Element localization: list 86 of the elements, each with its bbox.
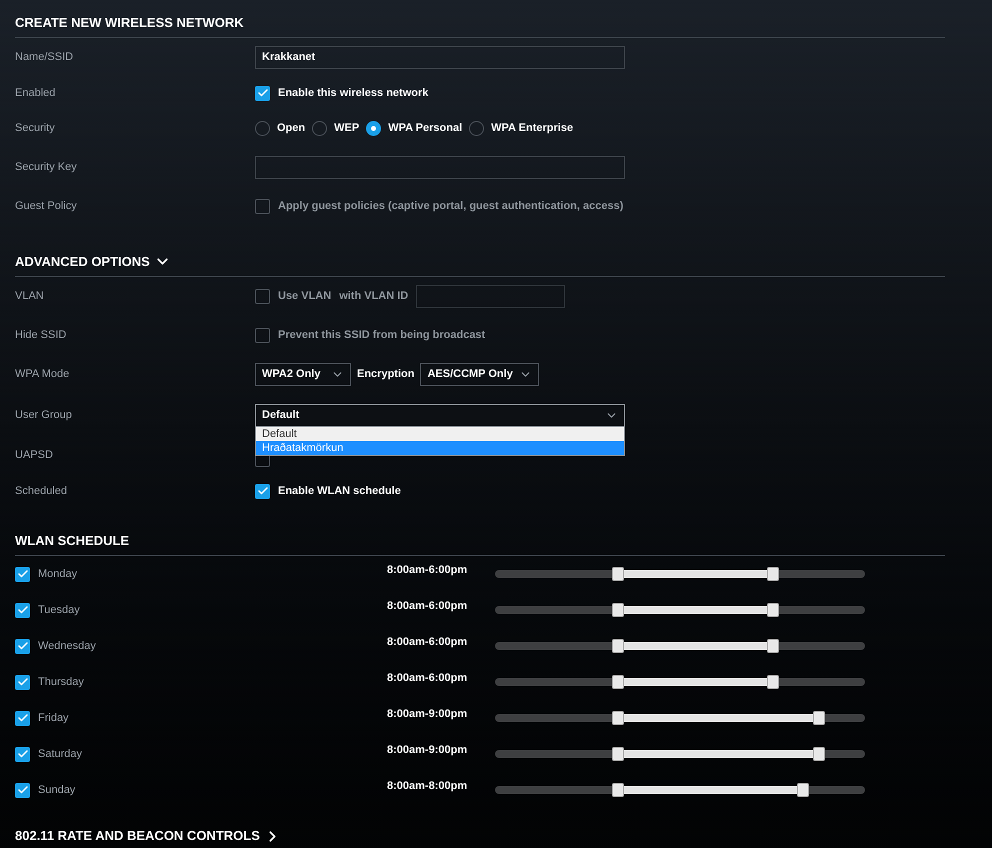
vlan-id-field[interactable]	[416, 285, 566, 308]
radio-button[interactable]	[469, 121, 484, 136]
slider-handle[interactable]	[612, 783, 624, 797]
text-field[interactable]	[255, 156, 625, 178]
time-range: 8:00am-9:00pm	[387, 743, 468, 758]
dropdown-option[interactable]: Default	[256, 426, 624, 440]
slider-handle[interactable]	[612, 747, 624, 761]
radio-button[interactable]	[255, 121, 270, 136]
checkbox[interactable]	[15, 746, 30, 762]
checkbox[interactable]	[15, 674, 30, 690]
slider-handle[interactable]	[766, 639, 778, 653]
text-field[interactable]: Krakkanet	[255, 46, 625, 68]
checkbox[interactable]	[255, 198, 270, 214]
time-range: 8:00am-6:00pm	[387, 635, 468, 650]
checkbox[interactable]	[255, 484, 270, 498]
field-label: Security Key	[15, 160, 78, 175]
check-icon	[16, 568, 28, 580]
section-title: ADVANCED OPTIONS	[15, 252, 150, 271]
checkbox[interactable]	[255, 86, 270, 100]
slider-handle[interactable]	[766, 567, 778, 581]
checkbox-label: Enable WLAN schedule	[278, 484, 401, 499]
radio-label: WPA Personal	[388, 121, 462, 136]
slider-handle[interactable]	[766, 675, 778, 689]
time-range: 8:00am-6:00pm	[387, 599, 468, 614]
field-label: UAPSD	[15, 448, 54, 463]
day-label: Saturday	[38, 746, 82, 762]
field-label: WPA Mode	[15, 367, 70, 382]
radio-button[interactable]	[312, 121, 328, 136]
checkbox[interactable]	[15, 782, 30, 798]
radio-label: Open	[277, 121, 306, 136]
slider-handle[interactable]	[812, 747, 825, 761]
field-label: Enabled	[15, 86, 56, 101]
field-label: Security	[15, 121, 56, 136]
slider-handle[interactable]	[612, 639, 624, 653]
check-icon	[16, 784, 28, 796]
check-icon	[16, 748, 28, 760]
radio-label: WEP	[334, 121, 360, 136]
check-icon	[16, 712, 28, 724]
check-icon	[16, 640, 28, 652]
time-range: 8:00am-6:00pm	[387, 671, 468, 686]
select-field[interactable]: AES/CCMP Only	[420, 363, 540, 386]
select-field[interactable]: WPA2 Only	[255, 363, 351, 386]
day-label: Thursday	[38, 674, 84, 690]
slider-handle[interactable]	[612, 567, 624, 581]
radio-button[interactable]	[366, 121, 382, 136]
checkbox[interactable]	[15, 710, 30, 726]
field-caption: Encryption	[357, 367, 414, 382]
time-range: 8:00am-6:00pm	[387, 563, 468, 578]
radio-label: WPA Enterprise	[491, 121, 574, 136]
day-label: Wednesday	[38, 638, 96, 654]
checkbox[interactable]	[255, 328, 270, 343]
checkbox[interactable]	[15, 602, 30, 618]
select-field[interactable]: Default	[255, 404, 625, 426]
checkbox[interactable]	[15, 566, 30, 582]
day-label: Sunday	[38, 782, 76, 798]
day-label: Monday	[38, 566, 78, 582]
field-label: Scheduled	[15, 484, 68, 499]
slider-handle[interactable]	[766, 603, 778, 617]
slider-handle[interactable]	[612, 711, 624, 725]
checkbox[interactable]	[255, 289, 270, 304]
section-title: CREATE NEW WIRELESS NETWORK	[15, 14, 244, 32]
time-range: 8:00am-9:00pm	[387, 707, 468, 722]
section-title: 802.11 RATE AND BEACON CONTROLS	[15, 827, 260, 846]
check-icon	[256, 87, 268, 99]
slider-handle[interactable]	[612, 675, 624, 689]
field-label: VLAN	[15, 289, 45, 304]
field-label: Name/SSID	[15, 50, 74, 65]
day-label: Friday	[38, 710, 69, 726]
checkbox-label: Prevent this SSID from being broadcast	[278, 328, 486, 344]
slider-handle[interactable]	[812, 711, 825, 725]
section-title: WLAN SCHEDULE	[15, 532, 130, 550]
field-label: User Group	[15, 408, 73, 423]
checkbox[interactable]	[15, 638, 30, 654]
day-label: Tuesday	[38, 602, 80, 618]
slider-handle[interactable]	[797, 783, 810, 797]
time-range: 8:00am-8:00pm	[387, 779, 468, 794]
check-icon	[256, 485, 268, 497]
check-icon	[16, 676, 28, 688]
checkbox-label: Apply guest policies (captive portal, guest authentication, access)	[278, 198, 624, 214]
checkbox-label: Use VLAN	[278, 289, 332, 304]
check-icon	[16, 604, 28, 616]
field-caption: with VLAN ID	[339, 289, 408, 304]
slider-handle[interactable]	[612, 603, 624, 617]
checkbox-label: Enable this wireless network	[278, 86, 428, 101]
field-label: Guest Policy	[15, 198, 78, 214]
field-label: Hide SSID	[15, 328, 68, 344]
